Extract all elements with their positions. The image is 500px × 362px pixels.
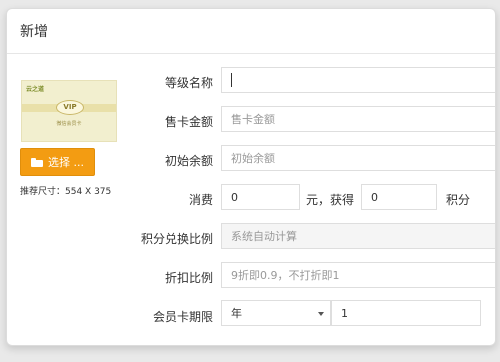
points-ratio-label: 积分兑换比例 (140, 232, 213, 246)
choose-button-label: 选择 ... (48, 156, 84, 169)
points-suffix: 积分 (446, 193, 471, 207)
validity-unit-select[interactable]: 年 (221, 300, 331, 326)
size-hint: 推荐尺寸：554 X 375 (20, 187, 112, 197)
initial-balance-input[interactable]: 初始余额 (221, 145, 495, 171)
price-input[interactable]: 售卡金额 (221, 106, 495, 132)
vip-badge: VIP (56, 100, 84, 115)
price-label: 售卡金额 (164, 115, 213, 129)
initial-balance-label: 初始余额 (164, 154, 213, 168)
consume-mid-text: 元，获得 (306, 193, 355, 207)
level-name-label: 等级名称 (164, 76, 213, 90)
add-dialog: 新增 云之道 VIP 微信会员卡 选择 ... 推荐尺寸：554 X 375 等… (6, 8, 496, 346)
discount-label: 折扣比例 (164, 271, 213, 285)
points-amount-input[interactable]: 0 (361, 184, 437, 210)
chevron-down-icon (318, 312, 324, 316)
card-subtitle: 微信会员卡 (56, 121, 82, 127)
card-preview-image: 云之道 VIP 微信会员卡 (21, 80, 117, 142)
validity-unit-value: 年 (231, 307, 242, 320)
choose-image-button[interactable]: 选择 ... (20, 148, 95, 176)
folder-open-icon (31, 157, 43, 167)
validity-label: 会员卡期限 (152, 310, 213, 324)
dialog-title: 新增 (7, 9, 495, 54)
level-name-input[interactable] (221, 67, 495, 93)
consume-label: 消费 (188, 193, 213, 207)
card-brand-text: 云之道 (26, 86, 45, 93)
consume-amount-input[interactable]: 0 (221, 184, 300, 210)
points-ratio-input: 系统自动计算 (221, 223, 495, 249)
text-caret (231, 73, 232, 87)
discount-input[interactable]: 9折即0.9，不打折即1 (221, 262, 495, 288)
validity-value-input[interactable]: 1 (331, 300, 481, 326)
